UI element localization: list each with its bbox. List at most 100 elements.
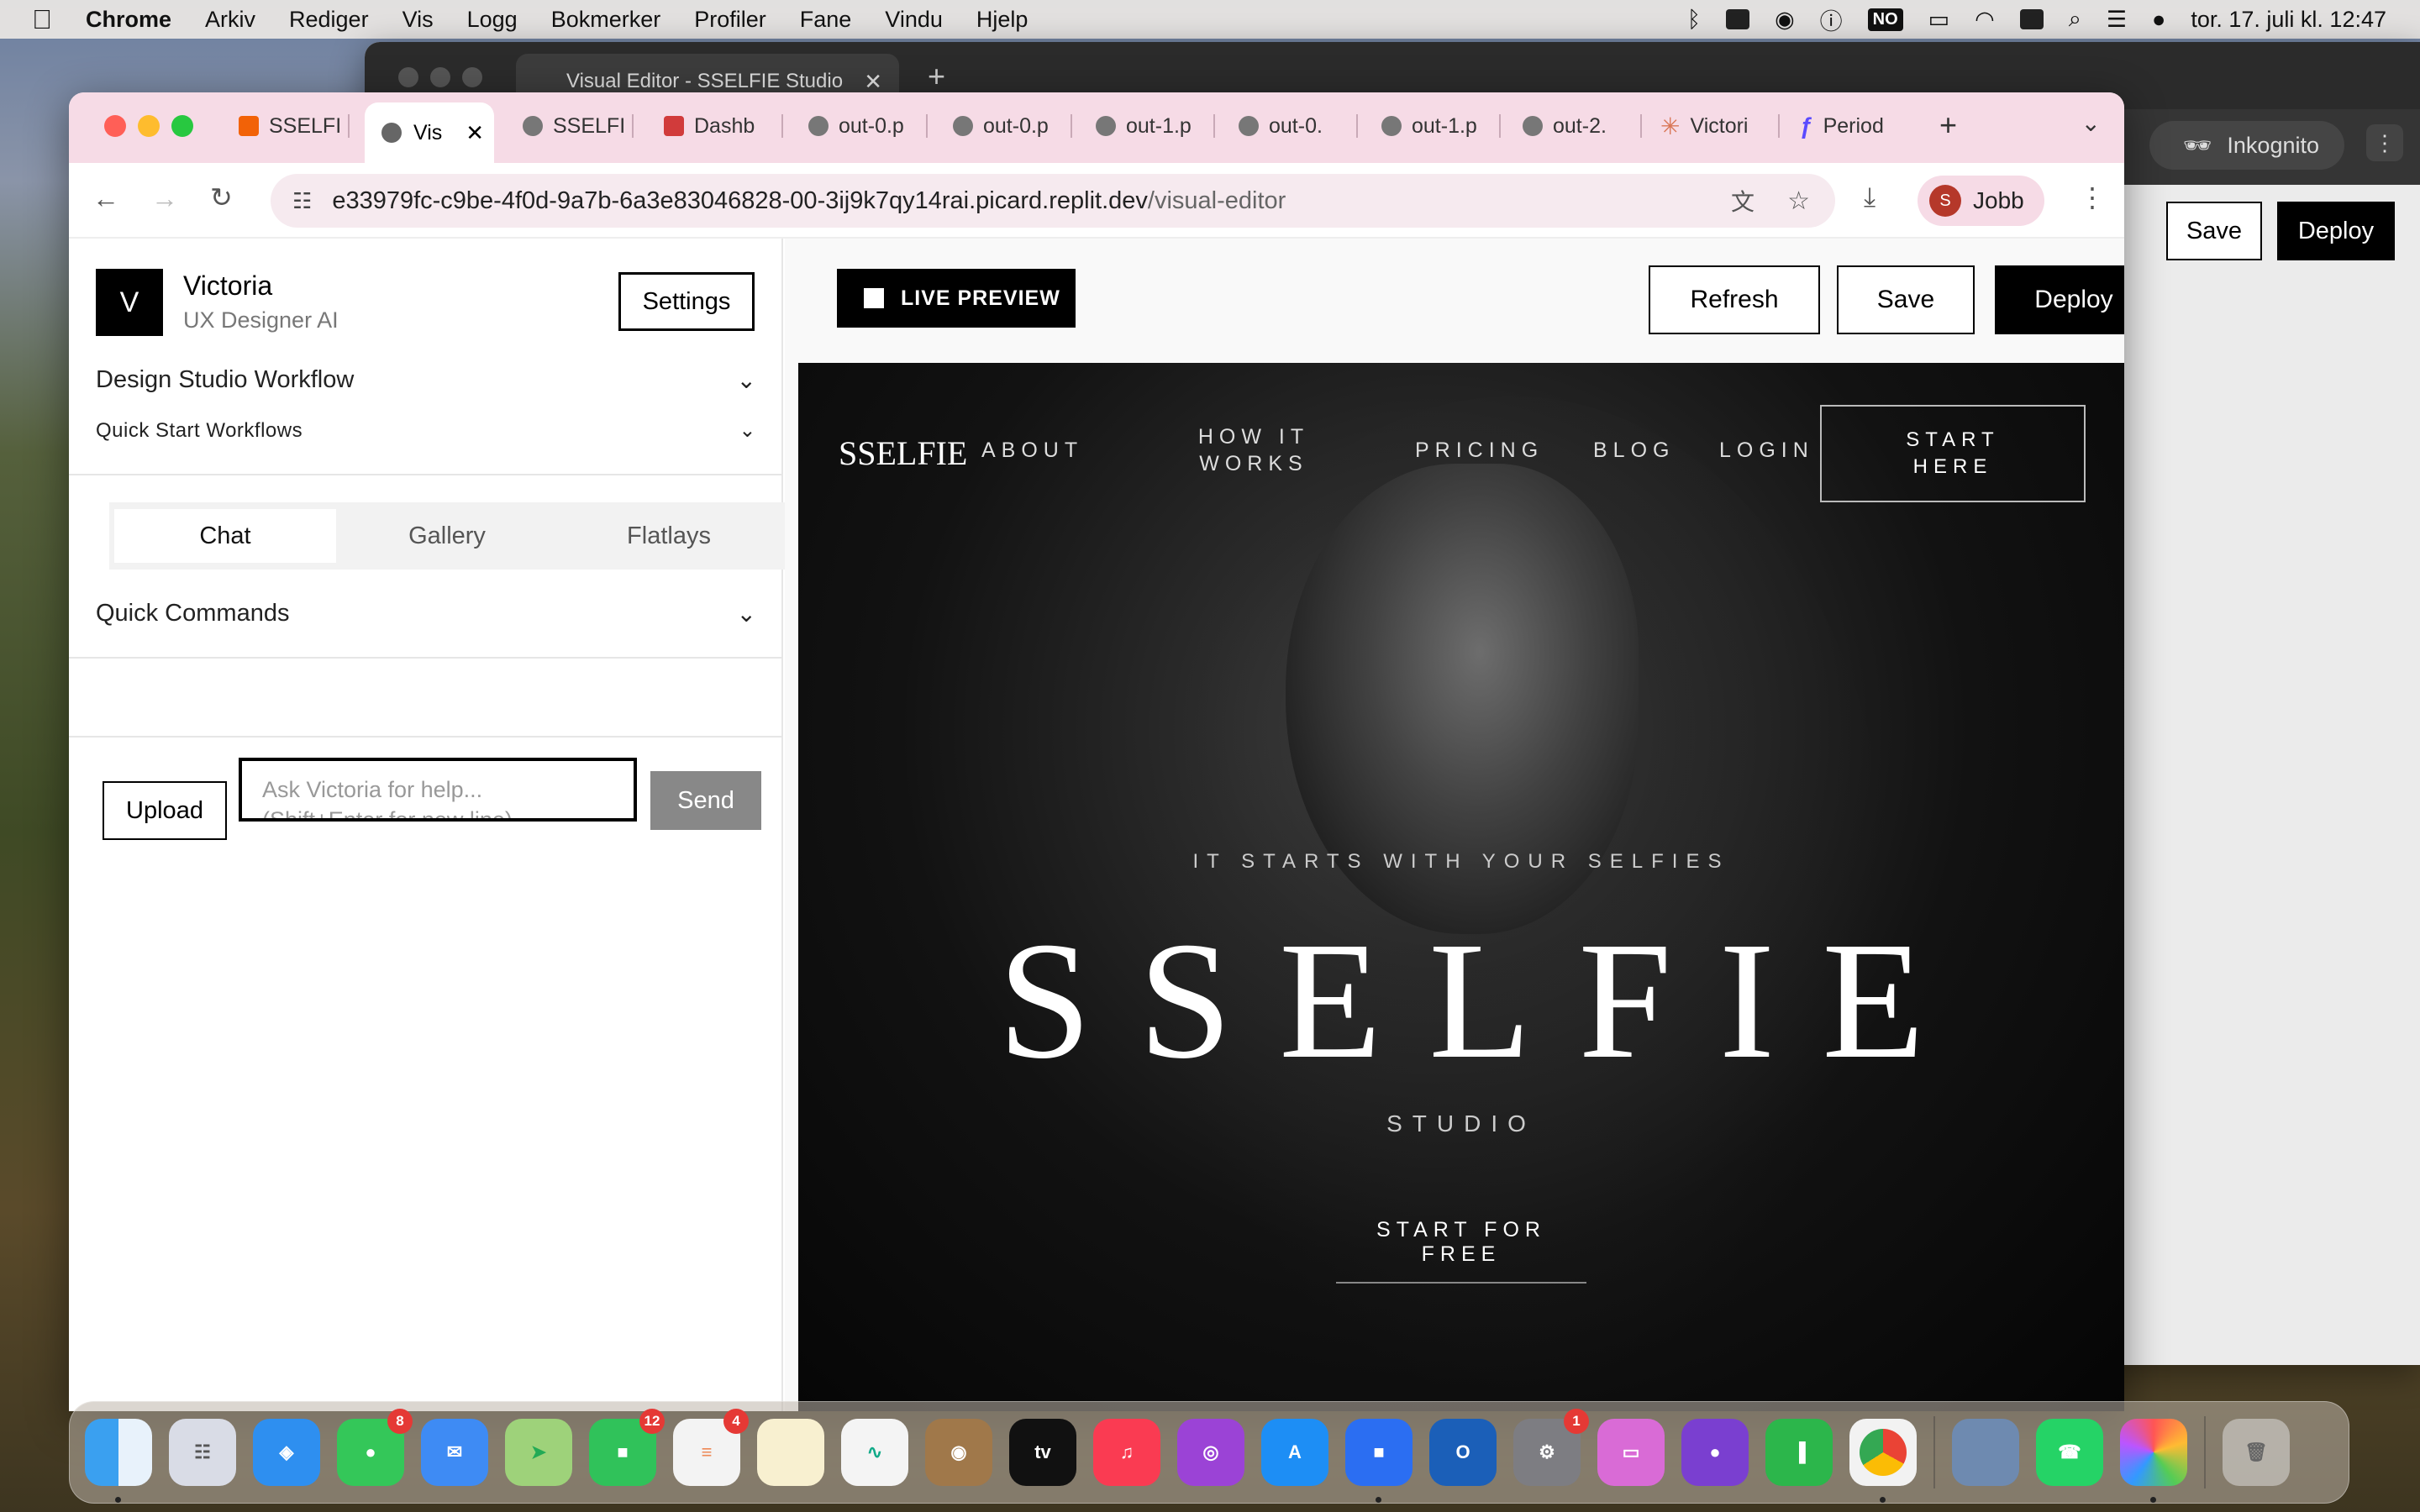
notes-icon[interactable] xyxy=(757,1419,824,1486)
grammarly-icon[interactable]: ◉ xyxy=(1775,7,1795,33)
menu-vis[interactable]: Vis xyxy=(402,7,434,33)
close-icon[interactable]: ✕ xyxy=(864,69,882,95)
apple-icon[interactable]:  xyxy=(32,4,52,35)
profile-button[interactable]: S Jobb xyxy=(1918,176,2044,226)
tab-search-chevron-icon[interactable]: ⌄ xyxy=(2081,109,2101,137)
menu-vindu[interactable]: Vindu xyxy=(885,7,943,33)
tab-1[interactable]: SSELFI xyxy=(239,109,350,143)
site-logo[interactable]: SSELFIE xyxy=(839,433,967,473)
nav-login[interactable]: LOGIN xyxy=(1719,437,1814,464)
system-settings-icon[interactable]: ⚙ 1 xyxy=(1513,1409,1589,1486)
deploy-button[interactable]: Deploy xyxy=(1995,265,2124,334)
menu-logg[interactable]: Logg xyxy=(467,7,518,33)
wifi-icon[interactable]: ◠ xyxy=(1975,7,1995,33)
chat-input[interactable]: Ask Victoria for help... (Shift+Enter fo… xyxy=(239,758,637,822)
safari-icon[interactable]: ◈ xyxy=(253,1419,320,1486)
freeform-icon[interactable]: ∿ xyxy=(841,1419,908,1486)
chrome-icon[interactable] xyxy=(1849,1419,1917,1503)
messages-icon[interactable]: ● 8 xyxy=(337,1409,413,1486)
music-icon[interactable]: ♫ xyxy=(1093,1419,1160,1486)
start-here-button[interactable]: START HERE xyxy=(1820,405,2086,502)
app-store-icon[interactable]: A xyxy=(1261,1419,1328,1486)
facetime-icon[interactable]: ■ 12 xyxy=(589,1409,665,1486)
back-icon[interactable]: ← xyxy=(92,183,119,214)
menu-rediger[interactable]: Rediger xyxy=(289,7,369,33)
site-info-icon[interactable]: ☷ xyxy=(292,188,312,214)
back-deploy-button[interactable]: Deploy xyxy=(2277,202,2395,260)
tab-9[interactable]: out-1.p xyxy=(1381,109,1501,143)
zoom-window-button[interactable] xyxy=(171,115,193,137)
incognito-indicator[interactable]: 🕶 Inkognito xyxy=(2149,121,2344,170)
translate-icon[interactable]: 文 xyxy=(1731,184,1754,218)
live-preview-toggle[interactable]: LIVE PREVIEW xyxy=(837,269,1076,328)
new-tab-icon[interactable]: + xyxy=(1939,108,1957,143)
tab-5[interactable]: out-0.p xyxy=(808,109,928,143)
bookmark-star-icon[interactable]: ☆ xyxy=(1787,186,1810,216)
outlook-icon[interactable]: O xyxy=(1429,1419,1497,1486)
nav-how-it-works[interactable]: HOW IT WORKS xyxy=(1186,423,1321,477)
workflow-dropdown[interactable]: Design Studio Workflow ⌄ xyxy=(96,366,756,394)
save-button[interactable]: Save xyxy=(1837,265,1975,334)
reload-icon[interactable]: ↻ xyxy=(210,181,233,213)
battery-icon[interactable]: ▭ xyxy=(1928,7,1950,33)
tab-6[interactable]: out-0.p xyxy=(953,109,1072,143)
contacts-icon[interactable]: ◉ xyxy=(925,1419,992,1486)
back-save-button[interactable]: Save xyxy=(2166,202,2262,260)
tab-active[interactable]: Vis ✕ xyxy=(365,102,494,163)
upload-button[interactable]: Upload xyxy=(103,781,227,840)
maps-icon[interactable]: ➤ xyxy=(505,1419,572,1486)
clock[interactable]: tor. 17. juli kl. 12:47 xyxy=(2191,7,2386,33)
photos-icon[interactable] xyxy=(2120,1419,2187,1503)
tab-8[interactable]: out-0. xyxy=(1239,109,1358,143)
preview-thumbnail-icon[interactable] xyxy=(1952,1419,2019,1486)
nav-blog[interactable]: BLOG xyxy=(1593,437,1675,464)
control-center-icon[interactable]: ☰ xyxy=(2107,7,2127,33)
menu-hjelp[interactable]: Hjelp xyxy=(976,7,1028,33)
github-desktop-icon[interactable]: ● xyxy=(1681,1419,1749,1486)
back-traffic-lights[interactable] xyxy=(398,67,482,87)
menu-arkiv[interactable]: Arkiv xyxy=(205,7,255,33)
nav-about[interactable]: ABOUT xyxy=(981,437,1083,464)
send-button[interactable]: Send xyxy=(650,771,761,830)
tab-10[interactable]: out-2. xyxy=(1523,109,1642,143)
tab-7[interactable]: out-1.p xyxy=(1096,109,1215,143)
launchpad-icon[interactable]: ☷ xyxy=(169,1419,236,1486)
keynote-icon[interactable]: ▭ xyxy=(1597,1419,1665,1486)
roblox-icon[interactable]: ■ xyxy=(1345,1419,1413,1503)
display-icon[interactable] xyxy=(1726,9,1750,29)
accessibility-icon[interactable]: ⓘ xyxy=(1820,3,1843,36)
refresh-button[interactable]: Refresh xyxy=(1649,265,1820,334)
tab-11[interactable]: ✳ Victori xyxy=(1660,109,1780,143)
siri-icon[interactable]: ● xyxy=(2152,7,2165,33)
kebab-menu-icon[interactable]: ⋮ xyxy=(2079,181,2106,213)
settings-button[interactable]: Settings xyxy=(618,272,755,331)
tab-chat[interactable]: Chat xyxy=(114,509,336,563)
menu-fane[interactable]: Fane xyxy=(800,7,852,33)
forward-icon[interactable]: → xyxy=(151,183,178,214)
trash-icon[interactable]: 🗑 xyxy=(2223,1419,2290,1486)
live-preview-frame[interactable]: SSELFIE ABOUT HOW IT WORKS PRICING BLOG … xyxy=(798,363,2124,1411)
close-icon[interactable]: ✕ xyxy=(466,120,484,146)
apple-tv-icon[interactable]: tv xyxy=(1009,1419,1076,1486)
more-icon[interactable]: ⋮ xyxy=(2366,124,2403,161)
numbers-icon[interactable]: ▐ xyxy=(1765,1419,1833,1486)
whatsapp-icon[interactable]: ☎ xyxy=(2036,1419,2103,1486)
quick-commands-dropdown[interactable]: Quick Commands ⌄ xyxy=(96,600,756,627)
tab-12[interactable]: ƒ Period xyxy=(1800,109,1909,143)
bluetooth-icon[interactable]: ᛒ xyxy=(1687,7,1701,33)
menu-bokmerker[interactable]: Bokmerker xyxy=(551,7,661,33)
quick-start-dropdown[interactable]: Quick Start Workflows ⌄ xyxy=(96,418,756,443)
menu-profiler[interactable]: Profiler xyxy=(694,7,766,33)
reminders-icon[interactable]: ≡ 4 xyxy=(673,1409,749,1486)
screen-share-icon[interactable] xyxy=(2019,9,2044,29)
nav-pricing[interactable]: PRICING xyxy=(1415,437,1544,464)
menu-app-name[interactable]: Chrome xyxy=(86,7,171,33)
tab-gallery[interactable]: Gallery xyxy=(336,509,558,563)
new-tab-icon[interactable]: + xyxy=(928,59,945,94)
start-for-free-link[interactable]: START FOR FREE xyxy=(1336,1218,1586,1284)
search-icon[interactable]: ⌕ xyxy=(2069,6,2081,33)
minimize-window-button[interactable] xyxy=(138,115,160,137)
input-source-badge[interactable]: NO xyxy=(1867,8,1903,31)
download-icon[interactable]: ⤓ xyxy=(1864,181,1876,213)
close-window-button[interactable] xyxy=(104,115,126,137)
